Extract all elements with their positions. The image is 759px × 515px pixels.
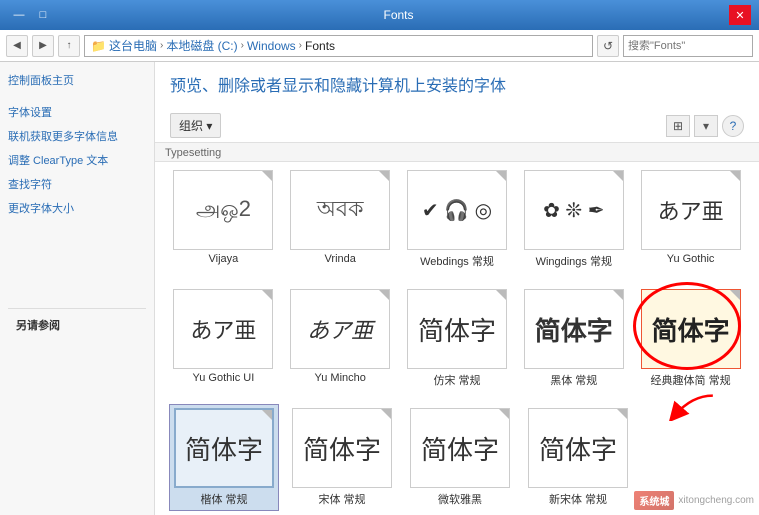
font-preview-webdings: ✔ 🎧 ◎ bbox=[407, 170, 507, 250]
breadcrumb-sep-0: › bbox=[160, 40, 163, 51]
toolbar: 组织 ▾ ⊞ ▾ ? bbox=[155, 109, 759, 143]
view-toggle-button[interactable]: ⊞ bbox=[666, 115, 690, 137]
section-label: Typesetting bbox=[155, 143, 759, 162]
breadcrumb-sep-2: › bbox=[299, 40, 302, 51]
font-preview-jingdian: 简体字 bbox=[641, 289, 741, 369]
font-preview-yugothicui: あア亜 bbox=[173, 289, 273, 369]
font-item-webdings[interactable]: ✔ 🎧 ◎ Webdings 常规 bbox=[403, 166, 512, 273]
red-arrow bbox=[667, 391, 717, 421]
font-item-yugothicui[interactable]: あア亜 Yu Gothic UI bbox=[169, 285, 278, 392]
font-row-2: あア亜 Yu Gothic UI あア亜 Yu Mincho 简体字 仿宋 常规 bbox=[155, 281, 759, 396]
title-bar: — □ Fonts ✕ bbox=[0, 0, 759, 30]
font-item-songti[interactable]: 简体字 宋体 常规 bbox=[287, 404, 397, 511]
content-area: 预览、删除或者显示和隐藏计算机上安装的字体 组织 ▾ ⊞ ▾ ? Typeset… bbox=[155, 62, 759, 515]
maximize-button[interactable]: □ bbox=[32, 5, 54, 25]
font-item-kaiti[interactable]: 简体字 楷体 常规 bbox=[169, 404, 279, 511]
font-preview-wingdings: ✿ ❊ ✒ bbox=[524, 170, 624, 250]
font-item-vijaya[interactable]: அஒ2 Vijaya bbox=[169, 166, 278, 273]
breadcrumb-item-2[interactable]: Windows bbox=[247, 39, 296, 53]
font-name-kaiti: 楷体 常规 bbox=[174, 491, 274, 507]
window-title: Fonts bbox=[68, 8, 729, 22]
organize-button[interactable]: 组织 ▾ bbox=[170, 113, 221, 138]
font-name-newsong: 新宋体 常规 bbox=[528, 491, 628, 507]
sidebar-link-4[interactable]: 更改字体大小 bbox=[8, 200, 146, 216]
font-name-jingdian: 经典趣体简 常规 bbox=[641, 372, 741, 388]
font-name-fangsong: 仿宋 常规 bbox=[407, 372, 507, 388]
view-list-button[interactable]: ▾ bbox=[694, 115, 718, 137]
sidebar-link-1[interactable]: 联机获取更多字体信息 bbox=[8, 128, 146, 144]
font-name-yugothic: Yu Gothic bbox=[641, 253, 741, 265]
font-preview-newsong: 简体字 bbox=[528, 408, 628, 488]
font-name-yugothicui: Yu Gothic UI bbox=[173, 372, 273, 384]
search-input[interactable] bbox=[628, 40, 759, 52]
font-item-heiti[interactable]: 简体字 黑体 常规 bbox=[519, 285, 628, 392]
breadcrumb-item-1[interactable]: 本地磁盘 (C:) bbox=[166, 37, 237, 54]
font-preview-fangsong: 简体字 bbox=[407, 289, 507, 369]
sidebar-link-3[interactable]: 查找字符 bbox=[8, 176, 146, 192]
font-item-msyahei[interactable]: 简体字 微软雅黑 bbox=[405, 404, 515, 511]
minimize-button[interactable]: — bbox=[8, 5, 30, 25]
font-preview-heiti: 简体字 bbox=[524, 289, 624, 369]
content-header: 预览、删除或者显示和隐藏计算机上安装的字体 bbox=[155, 62, 759, 109]
font-name-webdings: Webdings 常规 bbox=[407, 253, 507, 269]
font-preview-songti: 简体字 bbox=[292, 408, 392, 488]
refresh-button[interactable]: ↺ bbox=[597, 35, 619, 57]
font-item-fangsong[interactable]: 简体字 仿宋 常规 bbox=[403, 285, 512, 392]
close-button[interactable]: ✕ bbox=[729, 5, 751, 25]
sidebar: 控制面板主页 字体设置 联机获取更多字体信息 调整 ClearType 文本 查… bbox=[0, 62, 155, 515]
help-button[interactable]: ? bbox=[722, 115, 744, 137]
breadcrumb-item-3: Fonts bbox=[305, 39, 335, 53]
font-preview-vrinda: অবক bbox=[290, 170, 390, 250]
font-item-vrinda[interactable]: অবক Vrinda bbox=[286, 166, 395, 273]
address-bar: ◀ ▶ ↑ 📁 这台电脑 › 本地磁盘 (C:) › Windows › Fon… bbox=[0, 30, 759, 62]
sidebar-link-2[interactable]: 调整 ClearType 文本 bbox=[8, 152, 146, 168]
main-layout: 控制面板主页 字体设置 联机获取更多字体信息 调整 ClearType 文本 查… bbox=[0, 62, 759, 515]
font-item-yumincho[interactable]: あア亜 Yu Mincho bbox=[286, 285, 395, 392]
sidebar-link-main[interactable]: 控制面板主页 bbox=[8, 72, 146, 88]
font-preview-msyahei: 简体字 bbox=[410, 408, 510, 488]
font-item-newsong[interactable]: 简体字 新宋体 常规 bbox=[523, 404, 633, 511]
font-name-vijaya: Vijaya bbox=[173, 253, 273, 265]
font-name-heiti: 黑体 常规 bbox=[524, 372, 624, 388]
up-button[interactable]: ↑ bbox=[58, 35, 80, 57]
font-preview-yumincho: あア亜 bbox=[290, 289, 390, 369]
font-row-1: அஒ2 Vijaya অবক Vrinda ✔ 🎧 ◎ Webdings 常规 bbox=[155, 162, 759, 277]
font-name-songti: 宋体 常规 bbox=[292, 491, 392, 507]
sidebar-link-0[interactable]: 字体设置 bbox=[8, 104, 146, 120]
watermark: 系统城 xitongcheng.com bbox=[634, 491, 754, 510]
font-name-vrinda: Vrinda bbox=[290, 253, 390, 265]
font-preview-kaiti: 简体字 bbox=[174, 408, 274, 488]
font-name-msyahei: 微软雅黑 bbox=[410, 491, 510, 507]
breadcrumb-sep-1: › bbox=[241, 40, 244, 51]
font-item-jingdian[interactable]: 简体字 经典趣体简 常规 bbox=[636, 285, 745, 392]
also-see-label: 另请参阅 bbox=[8, 308, 146, 341]
back-button[interactable]: ◀ bbox=[6, 35, 28, 57]
watermark-url: xitongcheng.com bbox=[678, 495, 754, 506]
forward-button[interactable]: ▶ bbox=[32, 35, 54, 57]
content-title: 预览、删除或者显示和隐藏计算机上安装的字体 bbox=[170, 72, 744, 96]
font-name-yumincho: Yu Mincho bbox=[290, 372, 390, 384]
search-box[interactable]: 🔍 bbox=[623, 35, 753, 57]
font-preview-yugothic: あア亜 bbox=[641, 170, 741, 250]
font-preview-vijaya: அஒ2 bbox=[173, 170, 273, 250]
breadcrumb[interactable]: 📁 这台电脑 › 本地磁盘 (C:) › Windows › Fonts bbox=[84, 35, 593, 57]
font-item-wingdings[interactable]: ✿ ❊ ✒ Wingdings 常规 bbox=[519, 166, 628, 273]
breadcrumb-item-0[interactable]: 这台电脑 bbox=[109, 37, 157, 54]
font-name-wingdings: Wingdings 常规 bbox=[524, 253, 624, 269]
font-item-yugothic[interactable]: あア亜 Yu Gothic bbox=[636, 166, 745, 273]
